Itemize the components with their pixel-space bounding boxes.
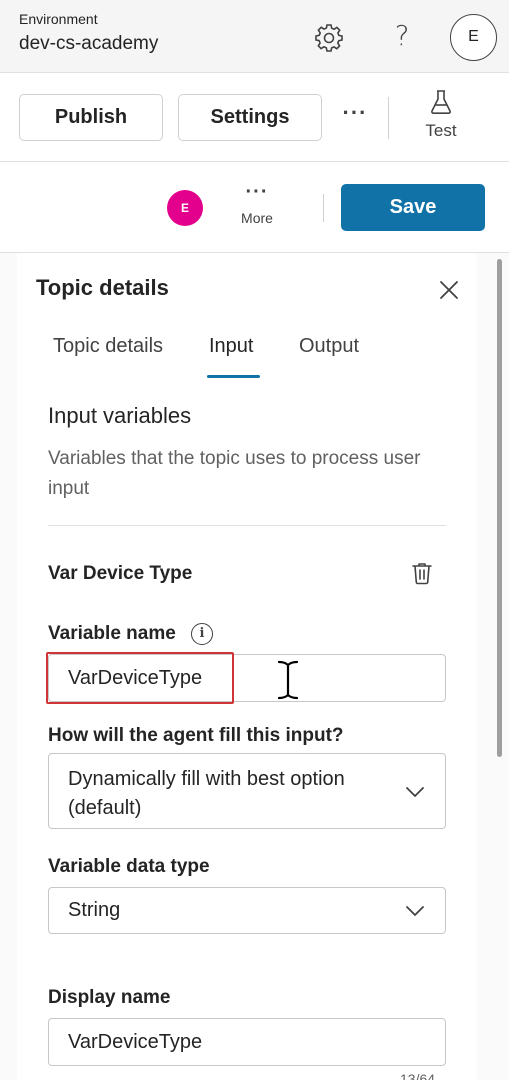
panel-title: Topic details — [36, 275, 169, 300]
close-icon[interactable] — [436, 277, 462, 303]
display-name-input[interactable]: VarDeviceType — [48, 1018, 446, 1066]
character-counter: 13/64 — [400, 1071, 436, 1080]
save-button[interactable]: Save — [341, 184, 485, 231]
editor-toolbar: E ··· More Save — [0, 162, 509, 253]
tab-input[interactable]: Input — [209, 335, 253, 358]
variable-title: Var Device Type — [48, 563, 193, 584]
more-label: More — [241, 210, 273, 226]
delete-trash-icon[interactable] — [411, 561, 433, 585]
environment-label: Environment — [19, 11, 98, 27]
topic-details-panel: Topic details Topic details Input Output… — [0, 253, 509, 1080]
data-type-dropdown[interactable]: String — [48, 887, 446, 934]
info-icon[interactable]: i — [191, 623, 213, 645]
test-label: Test — [425, 121, 457, 140]
settings-button[interactable]: Settings — [178, 94, 322, 141]
text-cursor-icon — [276, 659, 300, 701]
command-bar: Publish Settings ··· Test — [0, 73, 509, 162]
account-avatar[interactable]: E — [450, 14, 497, 61]
tab-selected-indicator — [207, 375, 260, 378]
fill-input-label: How will the agent fill this input? — [48, 725, 344, 746]
environment-name[interactable]: dev-cs-academy — [19, 33, 158, 55]
panel-scrollbar[interactable] — [497, 259, 502, 757]
user-presence-avatar[interactable]: E — [167, 190, 203, 226]
flask-icon — [431, 90, 451, 114]
section-description: Variables that the topic uses to process… — [48, 448, 421, 499]
chevron-down-icon — [406, 906, 424, 916]
section-title: Input variables — [48, 403, 192, 428]
tab-topic-details[interactable]: Topic details — [53, 335, 163, 358]
settings-gear-icon[interactable] — [313, 22, 345, 54]
editor-divider — [323, 194, 324, 222]
fill-input-value: Dynamically fill with best option (defau… — [68, 768, 345, 819]
more-options-icon[interactable]: ··· — [340, 102, 370, 133]
more-button[interactable]: ··· More — [232, 181, 282, 234]
display-name-label: Display name — [48, 987, 171, 1008]
variable-name-label: Variable name — [48, 623, 176, 644]
help-icon[interactable]: ? — [386, 20, 418, 52]
data-type-label: Variable data type — [48, 856, 210, 877]
data-type-value: String — [68, 899, 121, 921]
test-button[interactable]: Test — [405, 89, 477, 147]
section-divider — [48, 525, 446, 526]
fill-input-dropdown[interactable]: Dynamically fill with best option (defau… — [48, 753, 446, 829]
tab-output[interactable]: Output — [299, 335, 359, 358]
variable-name-input[interactable]: VarDeviceType — [48, 654, 446, 702]
command-divider — [388, 97, 389, 139]
publish-button[interactable]: Publish — [19, 94, 163, 141]
chevron-down-icon — [406, 787, 424, 797]
environment-bar: Environment dev-cs-academy ? E — [0, 0, 509, 73]
more-dots-icon: ··· — [245, 181, 269, 203]
